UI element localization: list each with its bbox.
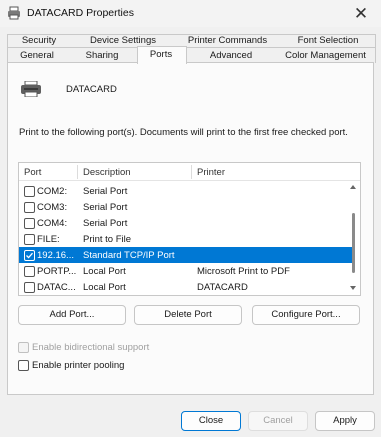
port-checkbox[interactable]: [24, 202, 35, 213]
tab-security[interactable]: Security: [7, 34, 71, 47]
tab-color-management[interactable]: Color Management: [277, 49, 374, 62]
port-row[interactable]: FILE: Print to File: [19, 231, 354, 247]
scrollbar-thumb[interactable]: [352, 213, 355, 273]
ports-list-header: Port Description Printer: [19, 163, 360, 181]
close-icon: ✕: [353, 3, 369, 23]
port-printer: DATACARD: [197, 282, 248, 293]
checkmark-icon: [26, 252, 33, 259]
add-port-button[interactable]: Add Port...: [18, 305, 126, 325]
port-name: DATAC...: [37, 282, 76, 293]
printer-icon: [8, 6, 20, 20]
ports-list[interactable]: Port Description Printer COM2: Serial Po…: [18, 162, 361, 296]
tab-font-selection[interactable]: Font Selection: [282, 34, 374, 47]
bidirectional-label: Enable bidirectional support: [32, 342, 150, 353]
bidirectional-checkbox[interactable]: [18, 342, 29, 353]
cancel-button[interactable]: Cancel: [248, 411, 308, 431]
scroll-down-arrow-icon[interactable]: [349, 284, 357, 292]
tab-ports[interactable]: Ports: [137, 48, 185, 61]
printer-pooling-checkbox[interactable]: [18, 360, 29, 371]
port-name: FILE:: [37, 234, 60, 245]
port-row[interactable]: PORTP... Local Port Microsoft Print to P…: [19, 263, 354, 279]
port-name: COM4:: [37, 218, 68, 229]
tab-general[interactable]: General: [7, 49, 67, 62]
printer-name: DATACARD: [66, 84, 117, 95]
tab-advanced[interactable]: Advanced: [187, 49, 275, 62]
port-checkbox[interactable]: [24, 186, 35, 197]
tab-printer-commands[interactable]: Printer Commands: [175, 34, 280, 47]
port-description: Local Port: [83, 266, 126, 277]
port-name: COM2:: [37, 186, 68, 197]
configure-port-button[interactable]: Configure Port...: [252, 305, 360, 325]
printer-icon: [21, 81, 41, 97]
printer-pooling-label: Enable printer pooling: [32, 360, 125, 371]
port-name: COM3:: [37, 202, 68, 213]
port-description: Serial Port: [83, 186, 128, 197]
column-divider[interactable]: [77, 165, 78, 179]
port-description: Serial Port: [83, 202, 128, 213]
column-divider[interactable]: [191, 165, 192, 179]
port-checkbox[interactable]: [24, 282, 35, 293]
port-description: Local Port: [83, 282, 126, 293]
port-row[interactable]: DATAC... Local Port DATACARD: [19, 279, 354, 295]
port-checkbox-checked[interactable]: [24, 250, 35, 261]
close-window-button[interactable]: ✕: [341, 0, 381, 27]
tab-sharing[interactable]: Sharing: [69, 49, 135, 62]
port-checkbox[interactable]: [24, 234, 35, 245]
column-header-description[interactable]: Description: [83, 167, 131, 178]
scroll-up-arrow-icon[interactable]: [349, 183, 357, 191]
port-description: Serial Port: [83, 218, 128, 229]
apply-button[interactable]: Apply: [315, 411, 375, 431]
port-printer: Microsoft Print to PDF: [197, 266, 290, 277]
window-title: DATACARD Properties: [27, 7, 134, 19]
port-description: Print to File: [83, 234, 132, 245]
port-name: 192.16...: [37, 250, 74, 261]
port-row[interactable]: COM2: Serial Port: [19, 183, 354, 199]
port-row[interactable]: COM4: Serial Port: [19, 215, 354, 231]
delete-port-button[interactable]: Delete Port: [134, 305, 242, 325]
ports-instructions: Print to the following port(s). Document…: [19, 127, 348, 138]
title-bar: DATACARD Properties ✕: [0, 0, 381, 27]
port-checkbox[interactable]: [24, 218, 35, 229]
port-description: Standard TCP/IP Port: [83, 250, 175, 261]
column-header-port[interactable]: Port: [24, 167, 41, 178]
port-checkbox[interactable]: [24, 266, 35, 277]
port-row[interactable]: COM3: Serial Port: [19, 199, 354, 215]
port-name: PORTP...: [37, 266, 77, 277]
port-row-selected[interactable]: 192.16... Standard TCP/IP Port: [19, 247, 354, 263]
column-header-printer[interactable]: Printer: [197, 167, 225, 178]
close-button[interactable]: Close: [181, 411, 241, 431]
